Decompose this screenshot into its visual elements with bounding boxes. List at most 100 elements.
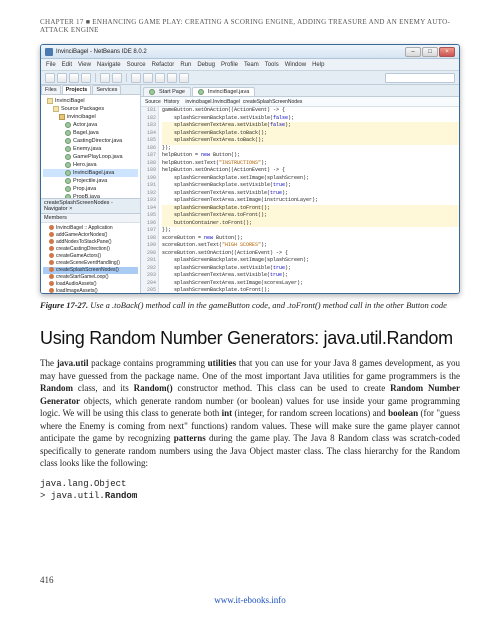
code-line[interactable]: splashScreenTextArea.setVisible(false); <box>162 122 459 130</box>
code-line[interactable]: scoreButton.setText("HIGH SCORES"); <box>162 242 459 250</box>
code-line[interactable]: splashScreenBackplate.setImage(splashScr… <box>162 175 459 183</box>
window-title: InvinciBagel - NetBeans IDE 8.0.2 <box>56 49 147 55</box>
tree-item[interactable]: InvinciBagel.java <box>43 169 138 177</box>
navigator-item[interactable]: createGameActors() <box>43 253 138 260</box>
editor-tab[interactable]: InvinciBagel.java <box>192 87 255 96</box>
code-line[interactable]: splashScreenTextArea.toFront(); <box>162 212 459 220</box>
navigator-item[interactable]: createStartGameLoop() <box>43 274 138 281</box>
code-line[interactable]: buttonContainer.toFront(); <box>162 220 459 228</box>
code-line[interactable]: splashScreenTextArea.toBack(); <box>162 137 459 145</box>
code-line[interactable]: splashScreenBackplate.toFront(); <box>162 205 459 213</box>
tree-item[interactable]: InvinciBagel <box>43 97 138 105</box>
menu-refactor[interactable]: Refactor <box>152 62 175 68</box>
editor-breadcrumb[interactable]: SourceHistory invincibagel.InvinciBagel cr… <box>141 97 459 107</box>
code-line[interactable]: splashScreenBackplate.setVisible(true); <box>162 182 459 190</box>
menu-source[interactable]: Source <box>127 62 146 68</box>
code-line[interactable]: splashScreenBackplate.setVisible(true); <box>162 265 459 273</box>
minimize-button[interactable]: – <box>405 47 421 57</box>
build-button[interactable] <box>131 73 141 83</box>
code-line[interactable]: }); <box>162 227 459 235</box>
editor-tab[interactable]: Start Page <box>143 87 191 96</box>
menu-navigate[interactable]: Navigate <box>97 62 121 68</box>
code-line[interactable]: splashScreenTextArea.setImage(instructio… <box>162 197 459 205</box>
java-icon <box>65 170 71 176</box>
line-number: 189 <box>141 167 156 175</box>
code-line[interactable]: splashScreenTextArea.setVisible(true); <box>162 272 459 280</box>
tree-item[interactable]: Source Packages <box>43 105 138 113</box>
code-line[interactable]: splashScreenBackplate.setImage(splashScr… <box>162 257 459 265</box>
menu-file[interactable]: File <box>46 62 56 68</box>
menu-team[interactable]: Team <box>244 62 259 68</box>
tree-item[interactable]: Hero.java <box>43 161 138 169</box>
code-line[interactable]: splashScreenTextArea.setImage(scoresLaye… <box>162 280 459 288</box>
line-number: 200 <box>141 250 156 258</box>
method-icon <box>49 281 54 286</box>
tree-item[interactable]: Prop.java <box>43 185 138 193</box>
tree-item[interactable]: invincibagel <box>43 113 138 121</box>
menu-window[interactable]: Window <box>285 62 306 68</box>
panel-tab-services[interactable]: Services <box>92 85 121 94</box>
menu-help[interactable]: Help <box>312 62 324 68</box>
code-line[interactable]: helpButton.setOnAction((ActionEvent) -> … <box>162 167 459 175</box>
new-file-button[interactable] <box>45 73 55 83</box>
menu-run[interactable]: Run <box>180 62 191 68</box>
tree-item[interactable]: Projectile.java <box>43 177 138 185</box>
navigator-item[interactable]: createSplashScreenNodes() <box>43 267 138 274</box>
menu-debug[interactable]: Debug <box>197 62 215 68</box>
breadcrumb-item[interactable]: invincibagel.InvinciBagel <box>185 99 239 105</box>
breadcrumb-item[interactable]: History <box>164 99 180 105</box>
run-button[interactable] <box>155 73 165 83</box>
navigator-title: createSplashScreenNodes - Navigator × <box>44 200 137 212</box>
menu-view[interactable]: View <box>78 62 91 68</box>
code-line[interactable]: splashScreenBackplate.toFront(); <box>162 287 459 293</box>
panel-tab-files[interactable]: Files <box>41 85 61 94</box>
tree-item[interactable]: CastingDirector.java <box>43 137 138 145</box>
code-line[interactable]: splashScreenTextArea.setVisible(true); <box>162 190 459 198</box>
code-line[interactable]: scoreButton.setOnAction((ActionEvent) ->… <box>162 250 459 258</box>
menu-profile[interactable]: Profile <box>221 62 238 68</box>
menu-edit[interactable]: Edit <box>62 62 72 68</box>
open-button[interactable] <box>69 73 79 83</box>
line-number: 202 <box>141 265 156 273</box>
debug-button[interactable] <box>167 73 177 83</box>
search-input[interactable] <box>385 73 455 83</box>
code-line[interactable]: scoreButton = new Button(); <box>162 235 459 243</box>
navigator-item[interactable]: loadAudioAssets() <box>43 281 138 288</box>
navigator-members-list[interactable]: InvinciBagel :: ApplicationaddGameActorN… <box>41 223 140 293</box>
code-line[interactable]: gameButton.setOnAction((ActionEvent) -> … <box>162 107 459 115</box>
navigator-item[interactable]: addGameActorNodes() <box>43 232 138 239</box>
footer-link[interactable]: www.it-ebooks.info <box>0 595 500 605</box>
navigator-item[interactable]: createSceneEventHandling() <box>43 260 138 267</box>
code-line[interactable]: helpButton = new Button(); <box>162 152 459 160</box>
undo-button[interactable] <box>100 73 110 83</box>
code-line[interactable]: splashScreenBackplate.setVisible(false); <box>162 115 459 123</box>
navigator-item[interactable]: createCastingDirection() <box>43 246 138 253</box>
project-tree[interactable]: InvinciBagelSource PackagesinvincibagelA… <box>41 95 140 198</box>
java-icon <box>65 186 71 192</box>
navigator-item[interactable]: loadImageAssets() <box>43 288 138 293</box>
breadcrumb-item[interactable]: Source <box>145 99 161 105</box>
breadcrumb-item[interactable]: createSplashScreenNodes <box>243 99 302 105</box>
panel-tab-projects[interactable]: Projects <box>62 85 92 94</box>
navigator-item[interactable]: InvinciBagel :: Application <box>43 225 138 232</box>
code-line[interactable]: splashScreenBackplate.toBack(); <box>162 130 459 138</box>
navigator-members-dropdown[interactable]: Members <box>41 214 140 223</box>
tree-item[interactable]: Enemy.java <box>43 145 138 153</box>
code-line[interactable]: helpButton.setText("INSTRUCTIONS"); <box>162 160 459 168</box>
java-icon <box>65 154 71 160</box>
close-button[interactable]: × <box>439 47 455 57</box>
code-line[interactable]: }); <box>162 145 459 153</box>
clean-build-button[interactable] <box>143 73 153 83</box>
save-all-button[interactable] <box>81 73 91 83</box>
navigator-item[interactable]: addNodesToStackPane() <box>43 239 138 246</box>
menu-tools[interactable]: Tools <box>265 62 279 68</box>
code-editor[interactable]: 1811821831841851861871881891901911921931… <box>141 107 459 293</box>
redo-button[interactable] <box>112 73 122 83</box>
maximize-button[interactable]: □ <box>422 47 438 57</box>
tree-item[interactable]: Bagel.java <box>43 129 138 137</box>
tree-item[interactable]: Actor.java <box>43 121 138 129</box>
code-area[interactable]: gameButton.setOnAction((ActionEvent) -> … <box>159 107 459 293</box>
profile-button[interactable] <box>179 73 189 83</box>
tree-item[interactable]: GamePlayLoop.java <box>43 153 138 161</box>
new-project-button[interactable] <box>57 73 67 83</box>
